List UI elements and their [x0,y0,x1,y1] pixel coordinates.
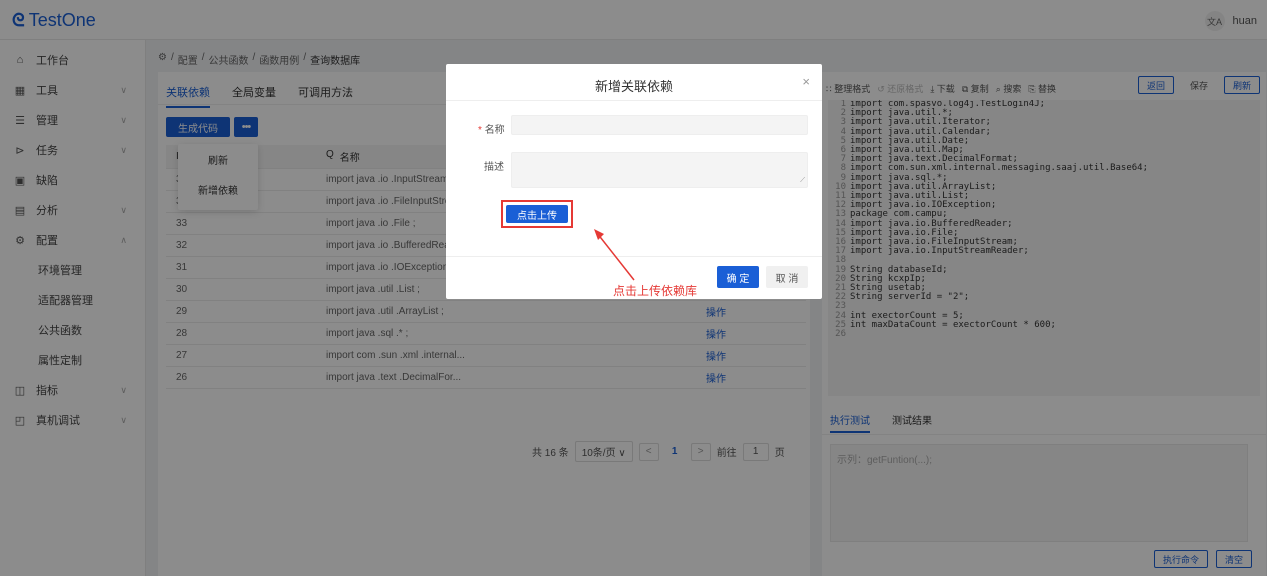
upload-highlight: 点击上传 [501,200,573,228]
desc-textarea[interactable]: ⟋ [511,152,808,188]
close-icon[interactable]: × [802,74,810,89]
modal-divider [446,100,822,101]
confirm-button[interactable]: 确 定 [717,266,759,288]
modal-title: 新增关联依赖 [594,79,673,94]
modal-footer-divider [446,256,822,257]
resize-handle-icon[interactable]: ⟋ [800,177,805,185]
name-input[interactable] [511,115,808,135]
upload-button[interactable]: 点击上传 [506,205,568,223]
annotation-text: 点击上传依赖库 [613,284,698,298]
cancel-button[interactable]: 取 消 [766,266,808,288]
name-label: * 名称 [478,125,505,136]
add-dependency-modal: 新增关联依赖 × * 名称 描述 ⟋ 点击上传 确 定 取 消 [446,64,822,299]
desc-label: 描述 [484,162,504,173]
